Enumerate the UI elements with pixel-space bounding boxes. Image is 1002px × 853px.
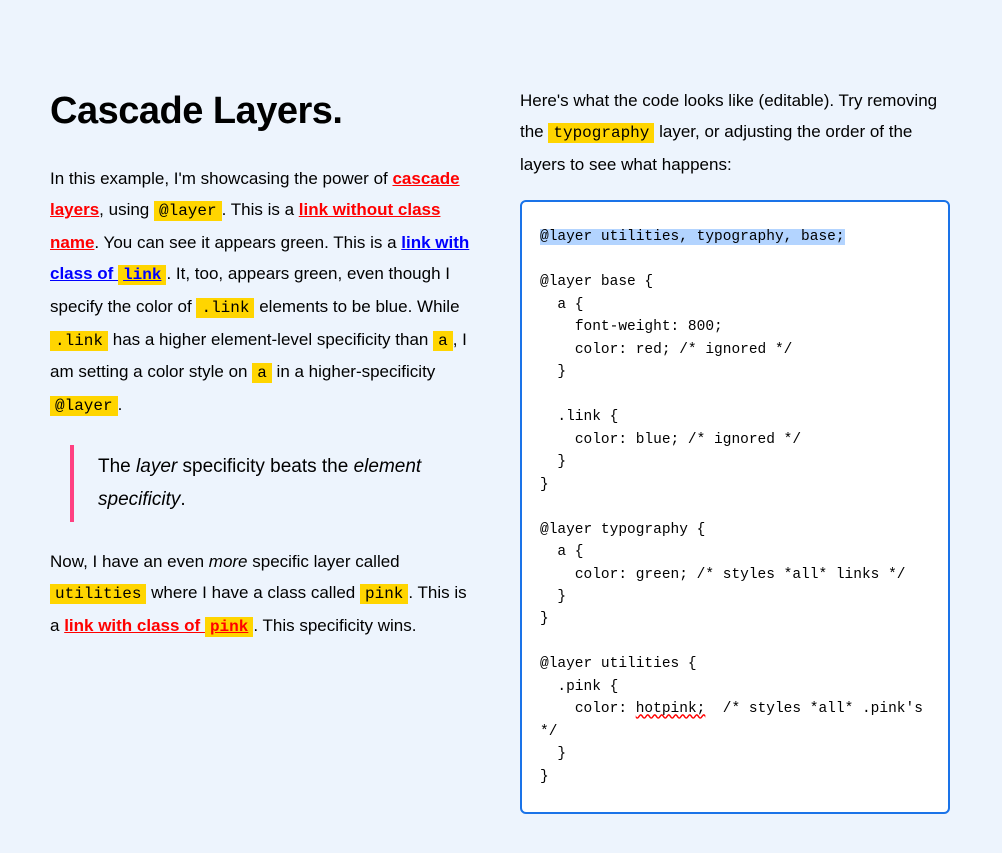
- editor-intro: Here's what the code looks like (editabl…: [520, 85, 950, 180]
- text: specific layer called: [248, 552, 400, 571]
- code-at-layer: @layer: [50, 396, 118, 416]
- paragraph-1: In this example, I'm showcasing the powe…: [50, 163, 480, 421]
- text: in a higher-specificity: [272, 362, 435, 381]
- text: elements to be blue. While: [254, 297, 459, 316]
- link-text: link with class of: [64, 616, 205, 635]
- text: has a higher element-level specificity t…: [108, 330, 433, 349]
- article-column: Cascade Layers. In this example, I'm sho…: [50, 50, 480, 814]
- text: . This specificity wins.: [253, 616, 416, 635]
- paragraph-2: Now, I have an even more specific layer …: [50, 546, 480, 643]
- blockquote: The layer specificity beats the element …: [70, 445, 480, 522]
- text: The: [98, 456, 136, 477]
- code-link: link: [118, 265, 166, 285]
- emphasis-more: more: [209, 552, 248, 571]
- text: specificity beats the: [177, 456, 353, 477]
- code-body[interactable]: @layer base { a { font-weight: 800; colo…: [540, 274, 905, 717]
- code-editor[interactable]: @layer utilities, typography, base; @lay…: [520, 200, 950, 814]
- code-pink: pink: [360, 584, 408, 604]
- link-with-class-pink[interactable]: link with class of pink: [64, 616, 253, 635]
- text: . You can see it appears green. This is …: [94, 233, 401, 252]
- page-title: Cascade Layers.: [50, 90, 480, 133]
- selected-line[interactable]: @layer utilities, typography, base;: [540, 229, 845, 245]
- text: where I have a class called: [146, 583, 360, 602]
- spellcheck-squiggle[interactable]: hotpink;: [636, 701, 706, 717]
- emphasis-layer: layer: [136, 456, 177, 477]
- code-utilities: utilities: [50, 584, 146, 604]
- code-pink: pink: [205, 617, 253, 637]
- text: , using: [99, 200, 154, 219]
- code-dot-link: .link: [50, 331, 108, 351]
- code-a: a: [433, 331, 453, 351]
- code-typography: typography: [548, 123, 654, 143]
- text: .: [180, 489, 185, 510]
- code-at-layer: @layer: [154, 201, 222, 221]
- code-a: a: [252, 363, 272, 383]
- text: Now, I have an even: [50, 552, 209, 571]
- editor-column: Here's what the code looks like (editabl…: [520, 50, 950, 814]
- text: . This is a: [222, 200, 299, 219]
- text: .: [118, 395, 123, 414]
- code-dot-link: .link: [196, 298, 254, 318]
- text: In this example, I'm showcasing the powe…: [50, 169, 392, 188]
